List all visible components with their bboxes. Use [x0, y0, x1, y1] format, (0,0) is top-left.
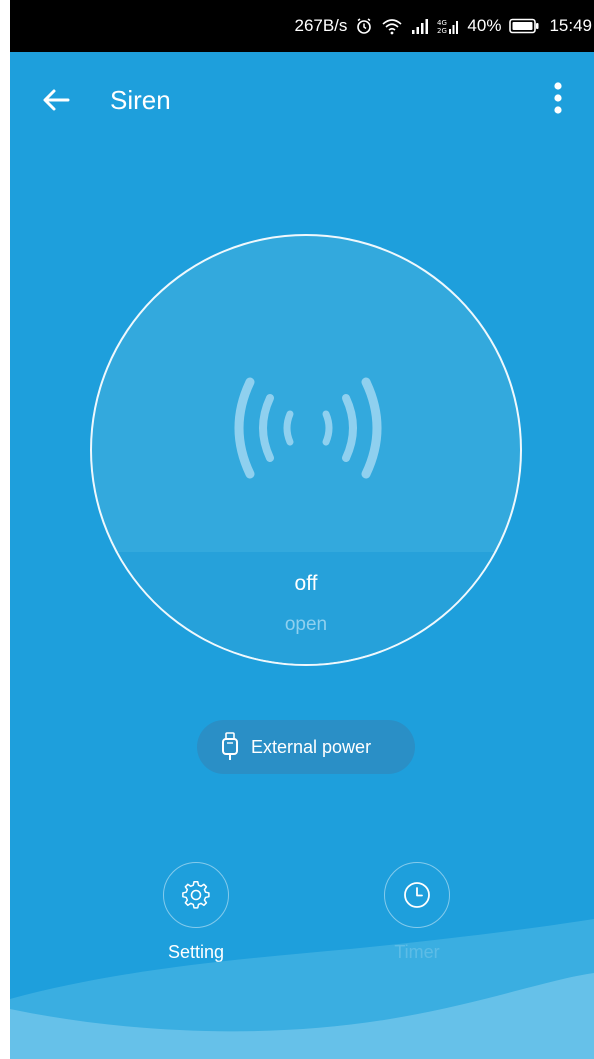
- page-title: Siren: [110, 85, 171, 115]
- status-bar: 267B/s 4G 2G 40% 15:49: [10, 0, 594, 52]
- decorative-waves: [10, 919, 594, 1059]
- timer-icon-circle: [384, 862, 450, 928]
- svg-text:2G: 2G: [437, 27, 447, 35]
- siren-action-label: open: [284, 614, 328, 635]
- timer-label: Timer: [394, 942, 440, 962]
- clock-time: 15:49: [549, 16, 592, 35]
- net-speed: 267B/s: [294, 16, 348, 35]
- gear-icon: [182, 881, 210, 909]
- clock-icon: [404, 882, 430, 908]
- circle-lower-band: [92, 552, 520, 664]
- more-menu-button[interactable]: [542, 78, 574, 118]
- battery-pct: 40%: [467, 16, 502, 35]
- network-4g-icon: 4G 2G: [437, 17, 459, 35]
- app-bar: Siren: [10, 52, 594, 144]
- setting-button[interactable]: Setting: [136, 862, 256, 963]
- more-vert-icon: [554, 82, 562, 114]
- siren-state: off: [294, 572, 318, 595]
- svg-text:4G: 4G: [437, 19, 447, 27]
- back-arrow-icon: [43, 89, 70, 111]
- back-button[interactable]: [36, 80, 76, 120]
- wifi-icon: [381, 17, 403, 35]
- plug-icon: [219, 732, 241, 762]
- app-screen: 267B/s 4G 2G 40% 15:49 Siren off open Ex…: [10, 0, 594, 1059]
- siren-waves-icon: [234, 377, 382, 479]
- siren-toggle-circle[interactable]: off open: [90, 234, 522, 666]
- setting-icon-circle: [163, 862, 229, 928]
- power-source-badge: External power: [197, 720, 415, 774]
- timer-button[interactable]: Timer: [357, 862, 477, 963]
- alarm-icon: [355, 17, 373, 35]
- signal-icon: [411, 17, 429, 35]
- setting-label: Setting: [167, 942, 225, 962]
- power-source-label: External power: [251, 736, 372, 757]
- battery-icon: [509, 18, 539, 34]
